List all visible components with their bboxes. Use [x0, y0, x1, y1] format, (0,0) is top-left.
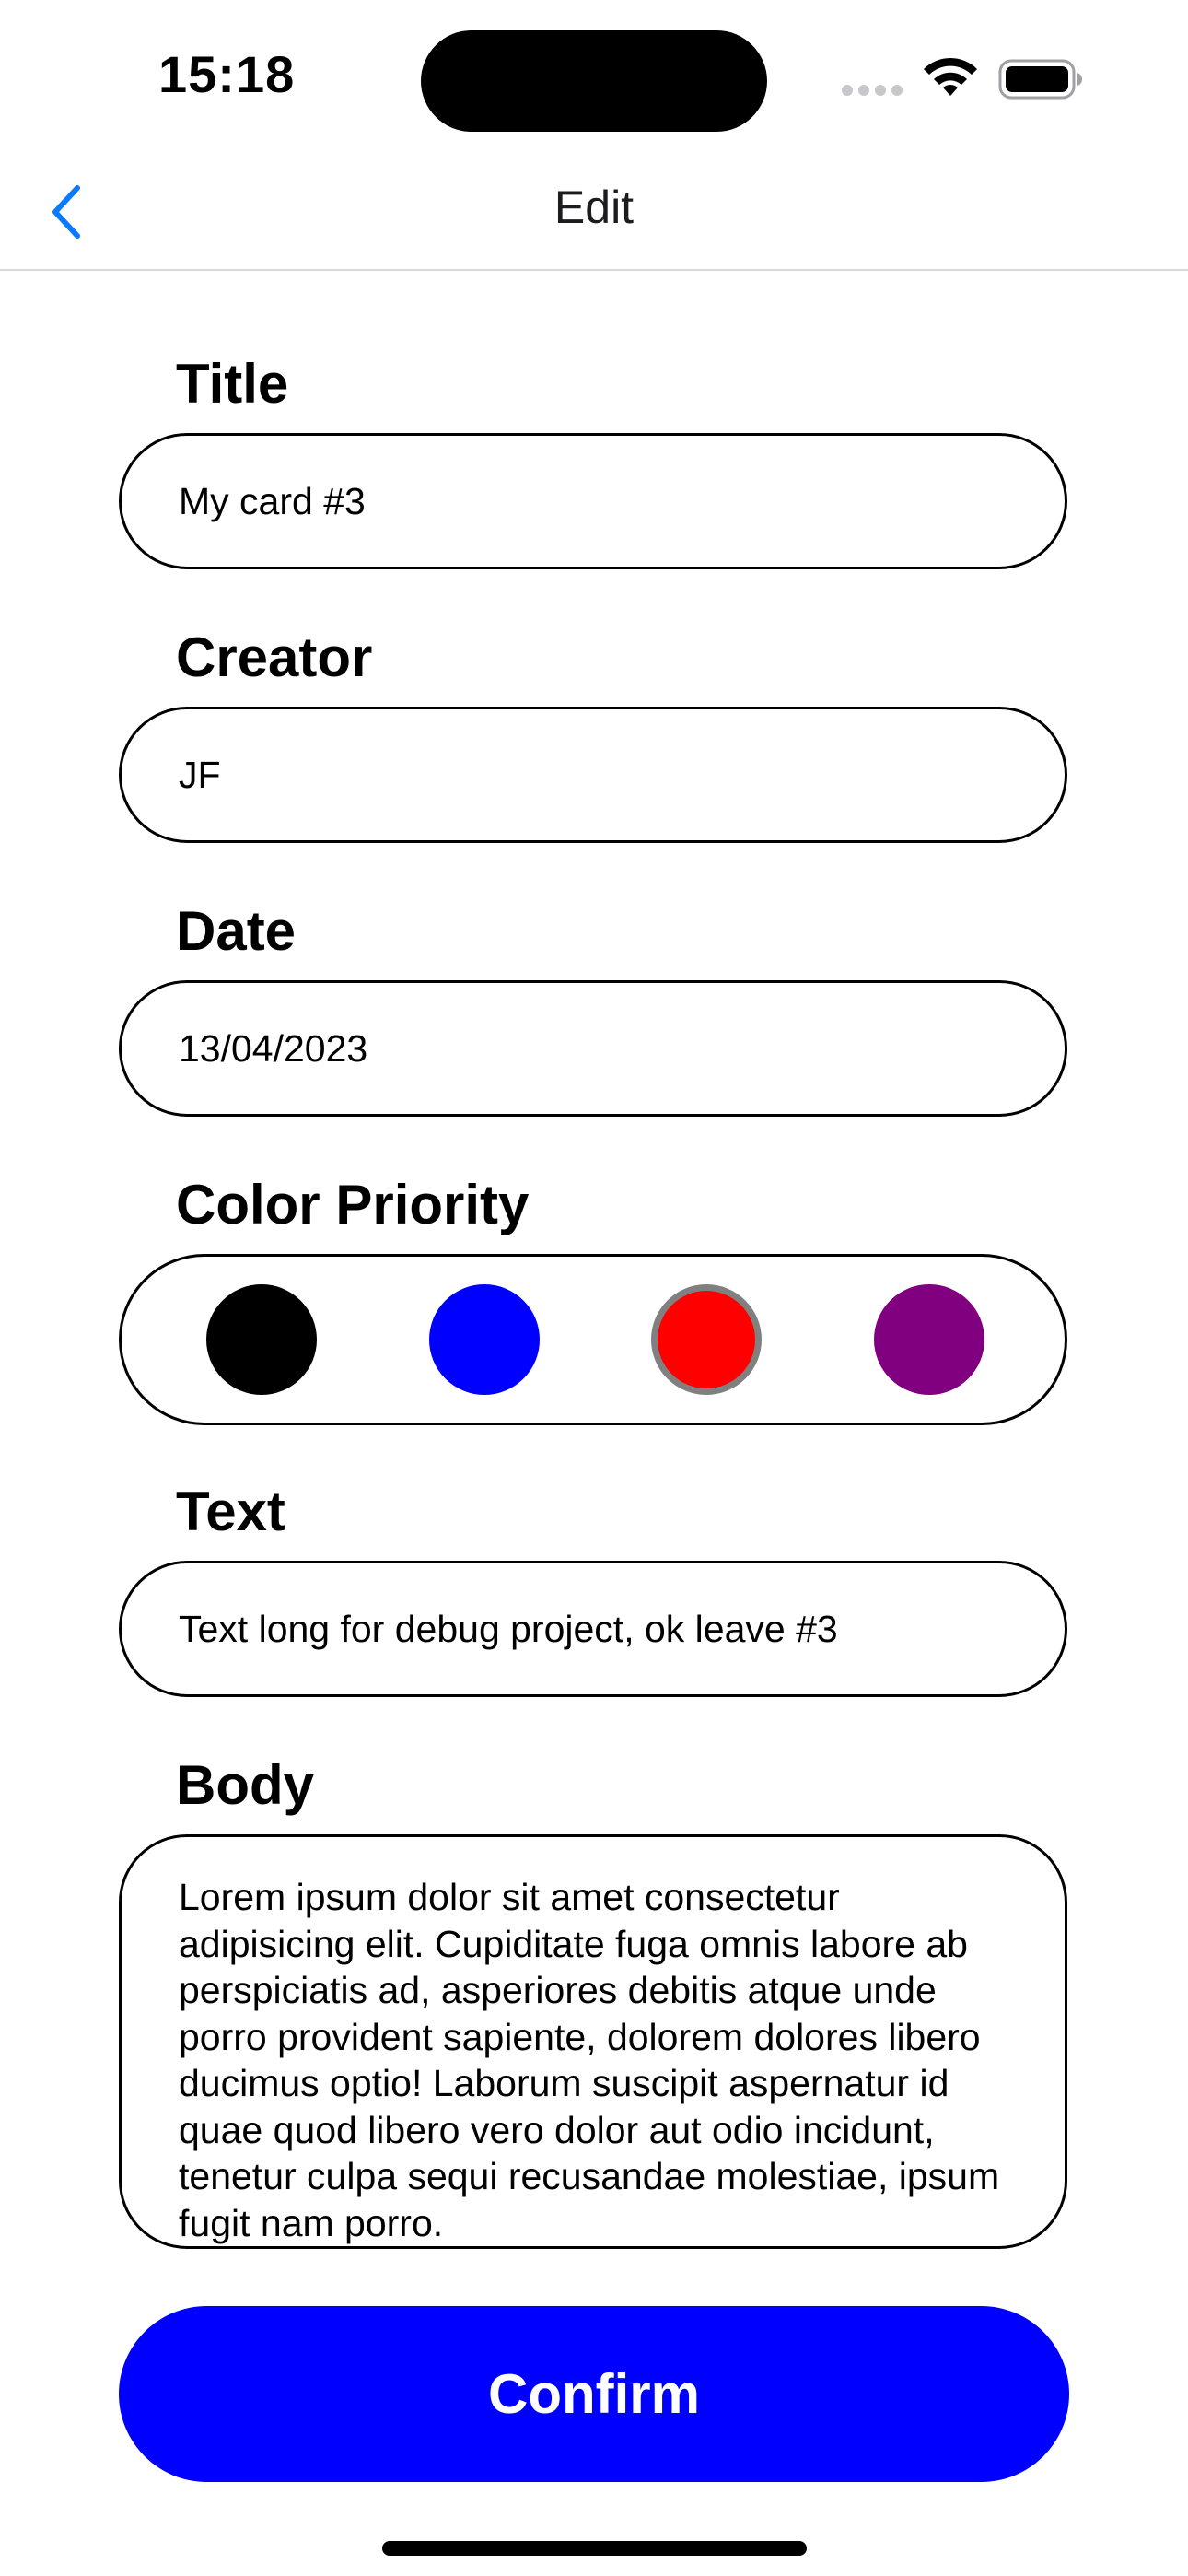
title-field[interactable]	[119, 433, 1067, 569]
creator-label: Creator	[176, 626, 373, 688]
home-indicator	[382, 2541, 807, 2556]
text-label: Text	[176, 1481, 285, 1542]
color-swatch-blue[interactable]	[429, 1284, 540, 1395]
status-time: 15:18	[158, 45, 296, 103]
wifi-icon	[921, 53, 980, 100]
body-label: Body	[176, 1754, 314, 1816]
page-title: Edit	[553, 181, 635, 233]
battery-icon	[998, 59, 1083, 100]
status-bar: 15:18	[0, 0, 1188, 157]
color-swatch-black[interactable]	[206, 1284, 317, 1395]
navigation-bar: Edit	[0, 157, 1188, 271]
color-priority-picker	[119, 1254, 1067, 1425]
title-label: Title	[176, 353, 289, 415]
confirm-button[interactable]: Confirm	[119, 2306, 1069, 2482]
body-text[interactable]: Lorem ipsum dolor sit amet consectetur a…	[179, 1874, 1007, 2246]
date-label: Date	[176, 900, 297, 962]
color-swatch-purple[interactable]	[874, 1284, 984, 1395]
text-field[interactable]	[119, 1561, 1067, 1697]
body-textarea[interactable]: Lorem ipsum dolor sit amet consectetur a…	[119, 1834, 1067, 2249]
date-input[interactable]	[179, 983, 1007, 1114]
dynamic-island	[421, 30, 767, 132]
creator-input[interactable]	[179, 709, 1007, 840]
text-input[interactable]	[179, 1563, 1007, 1694]
title-input[interactable]	[179, 436, 1007, 567]
creator-field[interactable]	[119, 707, 1067, 843]
cellular-signal-icon	[842, 85, 906, 98]
color-priority-label: Color Priority	[176, 1174, 530, 1235]
color-swatch-red[interactable]	[651, 1284, 762, 1395]
date-field[interactable]	[119, 980, 1067, 1117]
